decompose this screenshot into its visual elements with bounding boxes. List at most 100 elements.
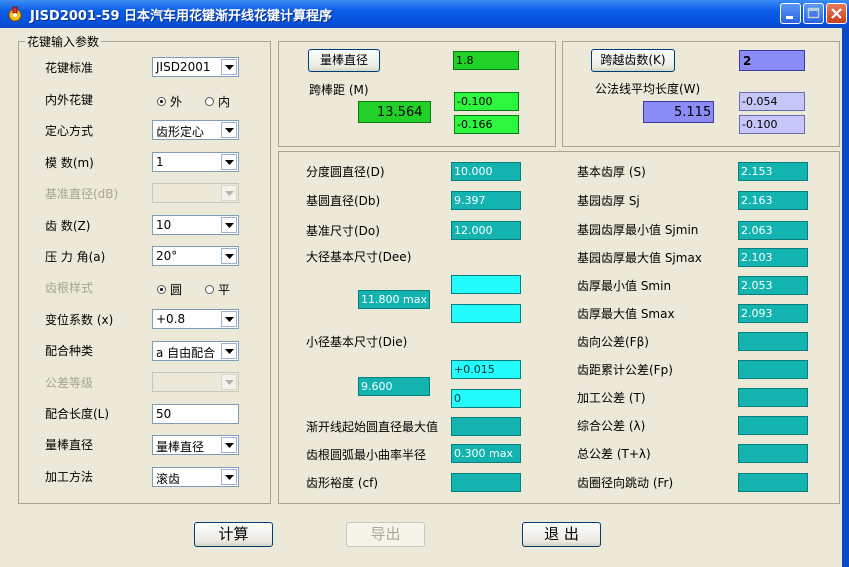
calculate-button[interactable]: 计算 <box>194 522 273 547</box>
basic-thickness-value: 2.153 <box>741 165 773 178</box>
chevron-down-icon[interactable] <box>221 154 237 170</box>
exit-button[interactable]: 退 出 <box>522 522 601 547</box>
over-pin-field: 13.564 <box>358 101 431 123</box>
chevron-down-icon[interactable] <box>221 311 237 327</box>
chevron-down-icon[interactable] <box>221 59 237 75</box>
base-circle-dia-label: 基圆直径(Db) <box>306 194 381 208</box>
mean-length-tol-upper: -0.054 <box>739 92 805 111</box>
pin-panel: 量棒直径 1.8 跨棒距 (M) 13.564 -0.100 -0.166 <box>278 41 556 147</box>
minor-dia-label: 小径基本尺寸(Die) <box>306 335 408 349</box>
centering-select[interactable]: 齿形定心 <box>152 120 239 140</box>
pressure-angle-select[interactable]: 20° <box>152 246 239 266</box>
module-value: 1 <box>156 155 164 169</box>
teeth-label: 齿 数(Z) <box>45 219 91 233</box>
chevron-down-icon[interactable] <box>221 122 237 138</box>
thickness-max-label: 齿厚最大值 Smax <box>577 307 675 321</box>
mean-length-value: 5.115 <box>674 105 712 120</box>
form-clearance-label: 齿形裕度 (cf) <box>306 476 379 490</box>
radio-dot[interactable] <box>157 97 166 106</box>
centering-value: 齿形定心 <box>156 125 205 139</box>
tolerance-grade-label: 公差等级 <box>45 376 94 390</box>
pin-diameter-button[interactable]: 量棒直径 <box>308 49 380 72</box>
chevron-down-icon[interactable] <box>221 469 237 485</box>
base-thickness-label: 基园齿厚 Sj <box>577 194 640 208</box>
basic-size-field: 12.000 <box>451 221 521 240</box>
pin-value: 1.8 <box>456 54 474 67</box>
pin-diameter-value: 量棒直径 <box>156 440 205 454</box>
runout-field <box>738 473 808 492</box>
thickness-max-field: 2.093 <box>738 304 808 323</box>
machining-tol-field <box>738 388 808 407</box>
machining-tol-label: 加工公差 (T) <box>577 391 646 405</box>
base-diameter-label: 基准直径(dB) <box>45 187 119 201</box>
window-right-border <box>842 28 849 567</box>
chevron-down-icon[interactable] <box>221 185 237 201</box>
pin-diameter-label: 量棒直径 <box>45 438 94 452</box>
over-pin-tol-lower-value: -0.166 <box>457 118 493 131</box>
fit-length-input[interactable]: 50 <box>152 404 239 424</box>
base-diameter-select[interactable] <box>152 183 239 203</box>
pressure-angle-label: 压 力 角(a) <box>45 250 106 264</box>
pressure-angle-value: 20° <box>156 249 178 263</box>
export-button[interactable]: 导出 <box>346 522 425 547</box>
radio-inner[interactable]: 内 <box>205 93 230 110</box>
minor-dia-value: 9.600 <box>361 380 393 393</box>
pin-value-field: 1.8 <box>453 51 519 70</box>
base-thickness-max-value: 2.103 <box>741 251 773 264</box>
minimize-button[interactable] <box>780 3 801 24</box>
total-tol-field <box>738 444 808 463</box>
composite-tol-field <box>738 416 808 435</box>
spline-standard-select[interactable]: JISD2001 <box>152 57 239 77</box>
shift-coef-label: 变位系数 (x) <box>45 313 114 327</box>
radio-flat[interactable]: 平 <box>205 281 230 298</box>
thickness-min-label: 齿厚最小值 Smin <box>577 279 672 293</box>
teeth-select[interactable]: 10 <box>152 215 239 235</box>
radio-round[interactable]: 圆 <box>157 281 182 298</box>
radio-dot[interactable] <box>205 285 214 294</box>
root-fillet-label: 齿根圆弧最小曲率半径 <box>306 448 427 462</box>
window-title: JISD2001-59 日本汽车用花键渐开线花键计算程序 <box>30 9 333 24</box>
maximize-button[interactable] <box>803 3 824 24</box>
radio-dot[interactable] <box>157 285 166 294</box>
radio-outer[interactable]: 外 <box>157 93 182 110</box>
major-dia-field: 11.800 max <box>358 290 430 309</box>
shift-coef-select[interactable]: +0.8 <box>152 309 239 329</box>
close-button[interactable] <box>826 3 847 24</box>
radio-flat-label: 平 <box>218 283 231 297</box>
lead-tol-label: 齿向公差(Fβ) <box>577 335 649 349</box>
input-group-legend: 花键输入参数 <box>25 33 102 50</box>
root-fillet-field: 0.300 max <box>451 444 521 463</box>
base-thickness-min-label: 基园齿厚最小值 Sjmin <box>577 223 699 237</box>
minor-tol-lower-field: 0 <box>451 389 521 408</box>
process-label: 加工方法 <box>45 470 94 484</box>
mean-length-tol-lower: -0.100 <box>739 115 805 134</box>
base-thickness-value: 2.163 <box>741 194 773 207</box>
fit-type-select[interactable]: a 自由配合 <box>152 341 239 361</box>
chevron-down-icon[interactable] <box>221 343 237 359</box>
pin-diameter-select[interactable]: 量棒直径 <box>152 435 239 455</box>
process-select[interactable]: 滚齿 <box>152 467 239 487</box>
span-teeth-button[interactable]: 跨越齿数(K) <box>591 49 675 72</box>
title-bar[interactable]: JISD2001-59 日本汽车用花键渐开线花键计算程序 <box>0 0 849 28</box>
fit-type-label: 配合种类 <box>45 344 94 358</box>
over-pin-label: 跨棒距 (M) <box>309 83 369 97</box>
mean-length-tol-lower-value: -0.100 <box>742 118 778 131</box>
radio-dot[interactable] <box>205 97 214 106</box>
chevron-down-icon[interactable] <box>221 217 237 233</box>
base-thickness-min-field: 2.063 <box>738 221 808 240</box>
spline-standard-label: 花键标准 <box>45 61 94 75</box>
mean-length-field: 5.115 <box>643 101 714 123</box>
chevron-down-icon[interactable] <box>221 248 237 264</box>
basic-size-label: 基准尺寸(Do) <box>306 224 380 238</box>
results-panel: 分度圆直径(D) 10.000 基圆直径(Db) 9.397 基准尺寸(Do) … <box>278 151 840 504</box>
minor-tol-upper-field: +0.015 <box>451 360 521 379</box>
chevron-down-icon[interactable] <box>221 374 237 390</box>
total-tol-label: 总公差 (T+λ) <box>577 447 651 461</box>
main-window: JISD2001-59 日本汽车用花键渐开线花键计算程序 花键输入参数 花键标准… <box>0 0 849 567</box>
module-select[interactable]: 1 <box>152 152 239 172</box>
over-pin-value: 13.564 <box>377 105 423 120</box>
chevron-down-icon[interactable] <box>221 437 237 453</box>
thickness-max-value: 2.093 <box>741 307 773 320</box>
composite-tol-label: 综合公差 (λ) <box>577 419 646 433</box>
tolerance-grade-select[interactable] <box>152 372 239 392</box>
